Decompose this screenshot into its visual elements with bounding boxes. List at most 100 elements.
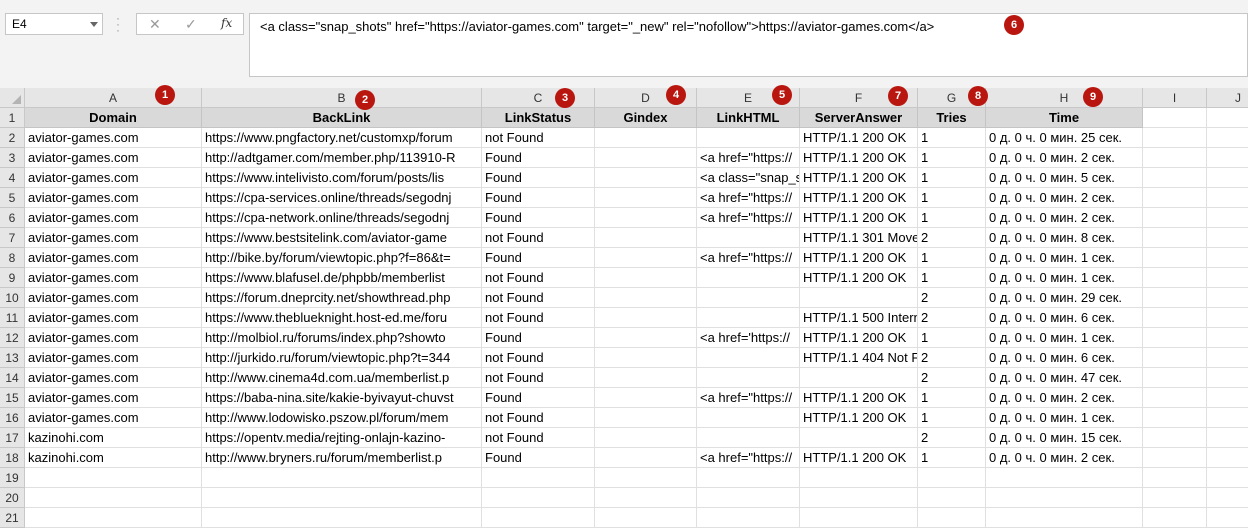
row-header-17[interactable]: 17 xyxy=(0,428,25,448)
header-cell-backlink[interactable]: BackLink xyxy=(202,108,482,128)
table-cell[interactable] xyxy=(986,468,1143,488)
row-header-15[interactable]: 15 xyxy=(0,388,25,408)
table-cell[interactable]: Found xyxy=(482,188,595,208)
table-cell[interactable] xyxy=(697,408,800,428)
table-cell[interactable] xyxy=(1143,248,1207,268)
table-cell[interactable] xyxy=(800,488,918,508)
table-cell[interactable] xyxy=(1207,328,1248,348)
table-cell[interactable]: HTTP/1.1 200 OK xyxy=(800,268,918,288)
table-cell[interactable]: Found xyxy=(482,208,595,228)
table-cell[interactable] xyxy=(1207,428,1248,448)
header-cell-serveranswer[interactable]: ServerAnswer xyxy=(800,108,918,128)
table-cell[interactable]: http://molbiol.ru/forums/index.php?showt… xyxy=(202,328,482,348)
table-cell[interactable]: https://www.bestsitelink.com/aviator-gam… xyxy=(202,228,482,248)
row-header-21[interactable]: 21 xyxy=(0,508,25,528)
table-cell[interactable]: HTTP/1.1 200 OK xyxy=(800,408,918,428)
header-cell-linkhtml[interactable]: LinkHTML xyxy=(697,108,800,128)
table-cell[interactable]: aviator-games.com xyxy=(25,268,202,288)
table-cell[interactable]: not Found xyxy=(482,228,595,248)
row-header-13[interactable]: 13 xyxy=(0,348,25,368)
table-cell[interactable]: 1 xyxy=(918,388,986,408)
column-header-c[interactable]: C xyxy=(482,88,595,108)
table-cell[interactable] xyxy=(1207,468,1248,488)
table-cell[interactable] xyxy=(25,508,202,528)
table-cell[interactable]: HTTP/1.1 200 OK xyxy=(800,328,918,348)
table-cell[interactable] xyxy=(1207,368,1248,388)
column-header-j[interactable]: J xyxy=(1207,88,1248,108)
table-cell[interactable] xyxy=(1207,408,1248,428)
table-cell[interactable] xyxy=(25,488,202,508)
row-header-4[interactable]: 4 xyxy=(0,168,25,188)
table-cell[interactable]: aviator-games.com xyxy=(25,128,202,148)
table-cell[interactable]: http://jurkido.ru/forum/viewtopic.php?t=… xyxy=(202,348,482,368)
table-cell[interactable] xyxy=(1207,228,1248,248)
table-cell[interactable]: 2 xyxy=(918,288,986,308)
table-cell[interactable] xyxy=(1207,288,1248,308)
table-cell[interactable]: HTTP/1.1 200 OK xyxy=(800,208,918,228)
cell[interactable] xyxy=(1207,108,1248,128)
table-cell[interactable] xyxy=(595,128,697,148)
table-cell[interactable] xyxy=(595,248,697,268)
table-cell[interactable] xyxy=(800,508,918,528)
table-cell[interactable] xyxy=(1207,488,1248,508)
table-cell[interactable] xyxy=(1207,188,1248,208)
table-cell[interactable]: aviator-games.com xyxy=(25,348,202,368)
close-icon[interactable]: ✕ xyxy=(149,16,161,33)
table-cell[interactable]: 0 д. 0 ч. 0 мин. 5 сек. xyxy=(986,168,1143,188)
row-header-10[interactable]: 10 xyxy=(0,288,25,308)
table-cell[interactable] xyxy=(595,188,697,208)
table-cell[interactable]: <a href='https:// xyxy=(697,328,800,348)
table-cell[interactable] xyxy=(1143,268,1207,288)
row-header-7[interactable]: 7 xyxy=(0,228,25,248)
row-header-6[interactable]: 6 xyxy=(0,208,25,228)
table-cell[interactable] xyxy=(697,468,800,488)
table-cell[interactable] xyxy=(800,288,918,308)
table-cell[interactable] xyxy=(1143,188,1207,208)
table-cell[interactable] xyxy=(595,148,697,168)
table-cell[interactable] xyxy=(1207,268,1248,288)
table-cell[interactable] xyxy=(1207,148,1248,168)
table-cell[interactable] xyxy=(595,288,697,308)
table-cell[interactable] xyxy=(697,308,800,328)
table-cell[interactable] xyxy=(1207,308,1248,328)
table-cell[interactable]: http://bike.by/forum/viewtopic.php?f=86&… xyxy=(202,248,482,268)
table-cell[interactable]: 2 xyxy=(918,308,986,328)
table-cell[interactable]: HTTP/1.1 200 OK xyxy=(800,188,918,208)
table-cell[interactable]: HTTP/1.1 200 OK xyxy=(800,128,918,148)
row-header-5[interactable]: 5 xyxy=(0,188,25,208)
table-cell[interactable]: 0 д. 0 ч. 0 мин. 2 сек. xyxy=(986,448,1143,468)
table-cell[interactable] xyxy=(595,328,697,348)
table-cell[interactable] xyxy=(697,488,800,508)
table-cell[interactable] xyxy=(1143,228,1207,248)
select-all-corner[interactable] xyxy=(0,88,25,108)
table-cell[interactable]: https://forum.dneprcity.net/showthread.p… xyxy=(202,288,482,308)
table-cell[interactable] xyxy=(918,508,986,528)
table-cell[interactable]: https://www.blafusel.de/phpbb/memberlist xyxy=(202,268,482,288)
table-cell[interactable] xyxy=(595,168,697,188)
table-cell[interactable]: https://www.intelivisto.com/forum/posts/… xyxy=(202,168,482,188)
table-cell[interactable] xyxy=(1143,448,1207,468)
table-cell[interactable]: <a href="https:// xyxy=(697,388,800,408)
table-cell[interactable]: 1 xyxy=(918,148,986,168)
header-cell-time[interactable]: Time xyxy=(986,108,1143,128)
table-cell[interactable]: Found xyxy=(482,248,595,268)
table-cell[interactable] xyxy=(986,488,1143,508)
table-cell[interactable] xyxy=(1143,488,1207,508)
header-cell-linkstatus[interactable]: LinkStatus xyxy=(482,108,595,128)
row-header-9[interactable]: 9 xyxy=(0,268,25,288)
table-cell[interactable] xyxy=(202,488,482,508)
table-cell[interactable] xyxy=(1207,448,1248,468)
table-cell[interactable] xyxy=(986,508,1143,528)
row-header-14[interactable]: 14 xyxy=(0,368,25,388)
table-cell[interactable] xyxy=(595,428,697,448)
row-header-12[interactable]: 12 xyxy=(0,328,25,348)
table-cell[interactable]: 0 д. 0 ч. 0 мин. 1 сек. xyxy=(986,248,1143,268)
table-cell[interactable] xyxy=(595,448,697,468)
table-cell[interactable] xyxy=(595,488,697,508)
table-cell[interactable]: 1 xyxy=(918,408,986,428)
column-header-i[interactable]: I xyxy=(1143,88,1207,108)
table-cell[interactable]: not Found xyxy=(482,368,595,388)
table-cell[interactable]: <a href="https:// xyxy=(697,448,800,468)
table-cell[interactable]: aviator-games.com xyxy=(25,168,202,188)
table-cell[interactable] xyxy=(1143,128,1207,148)
